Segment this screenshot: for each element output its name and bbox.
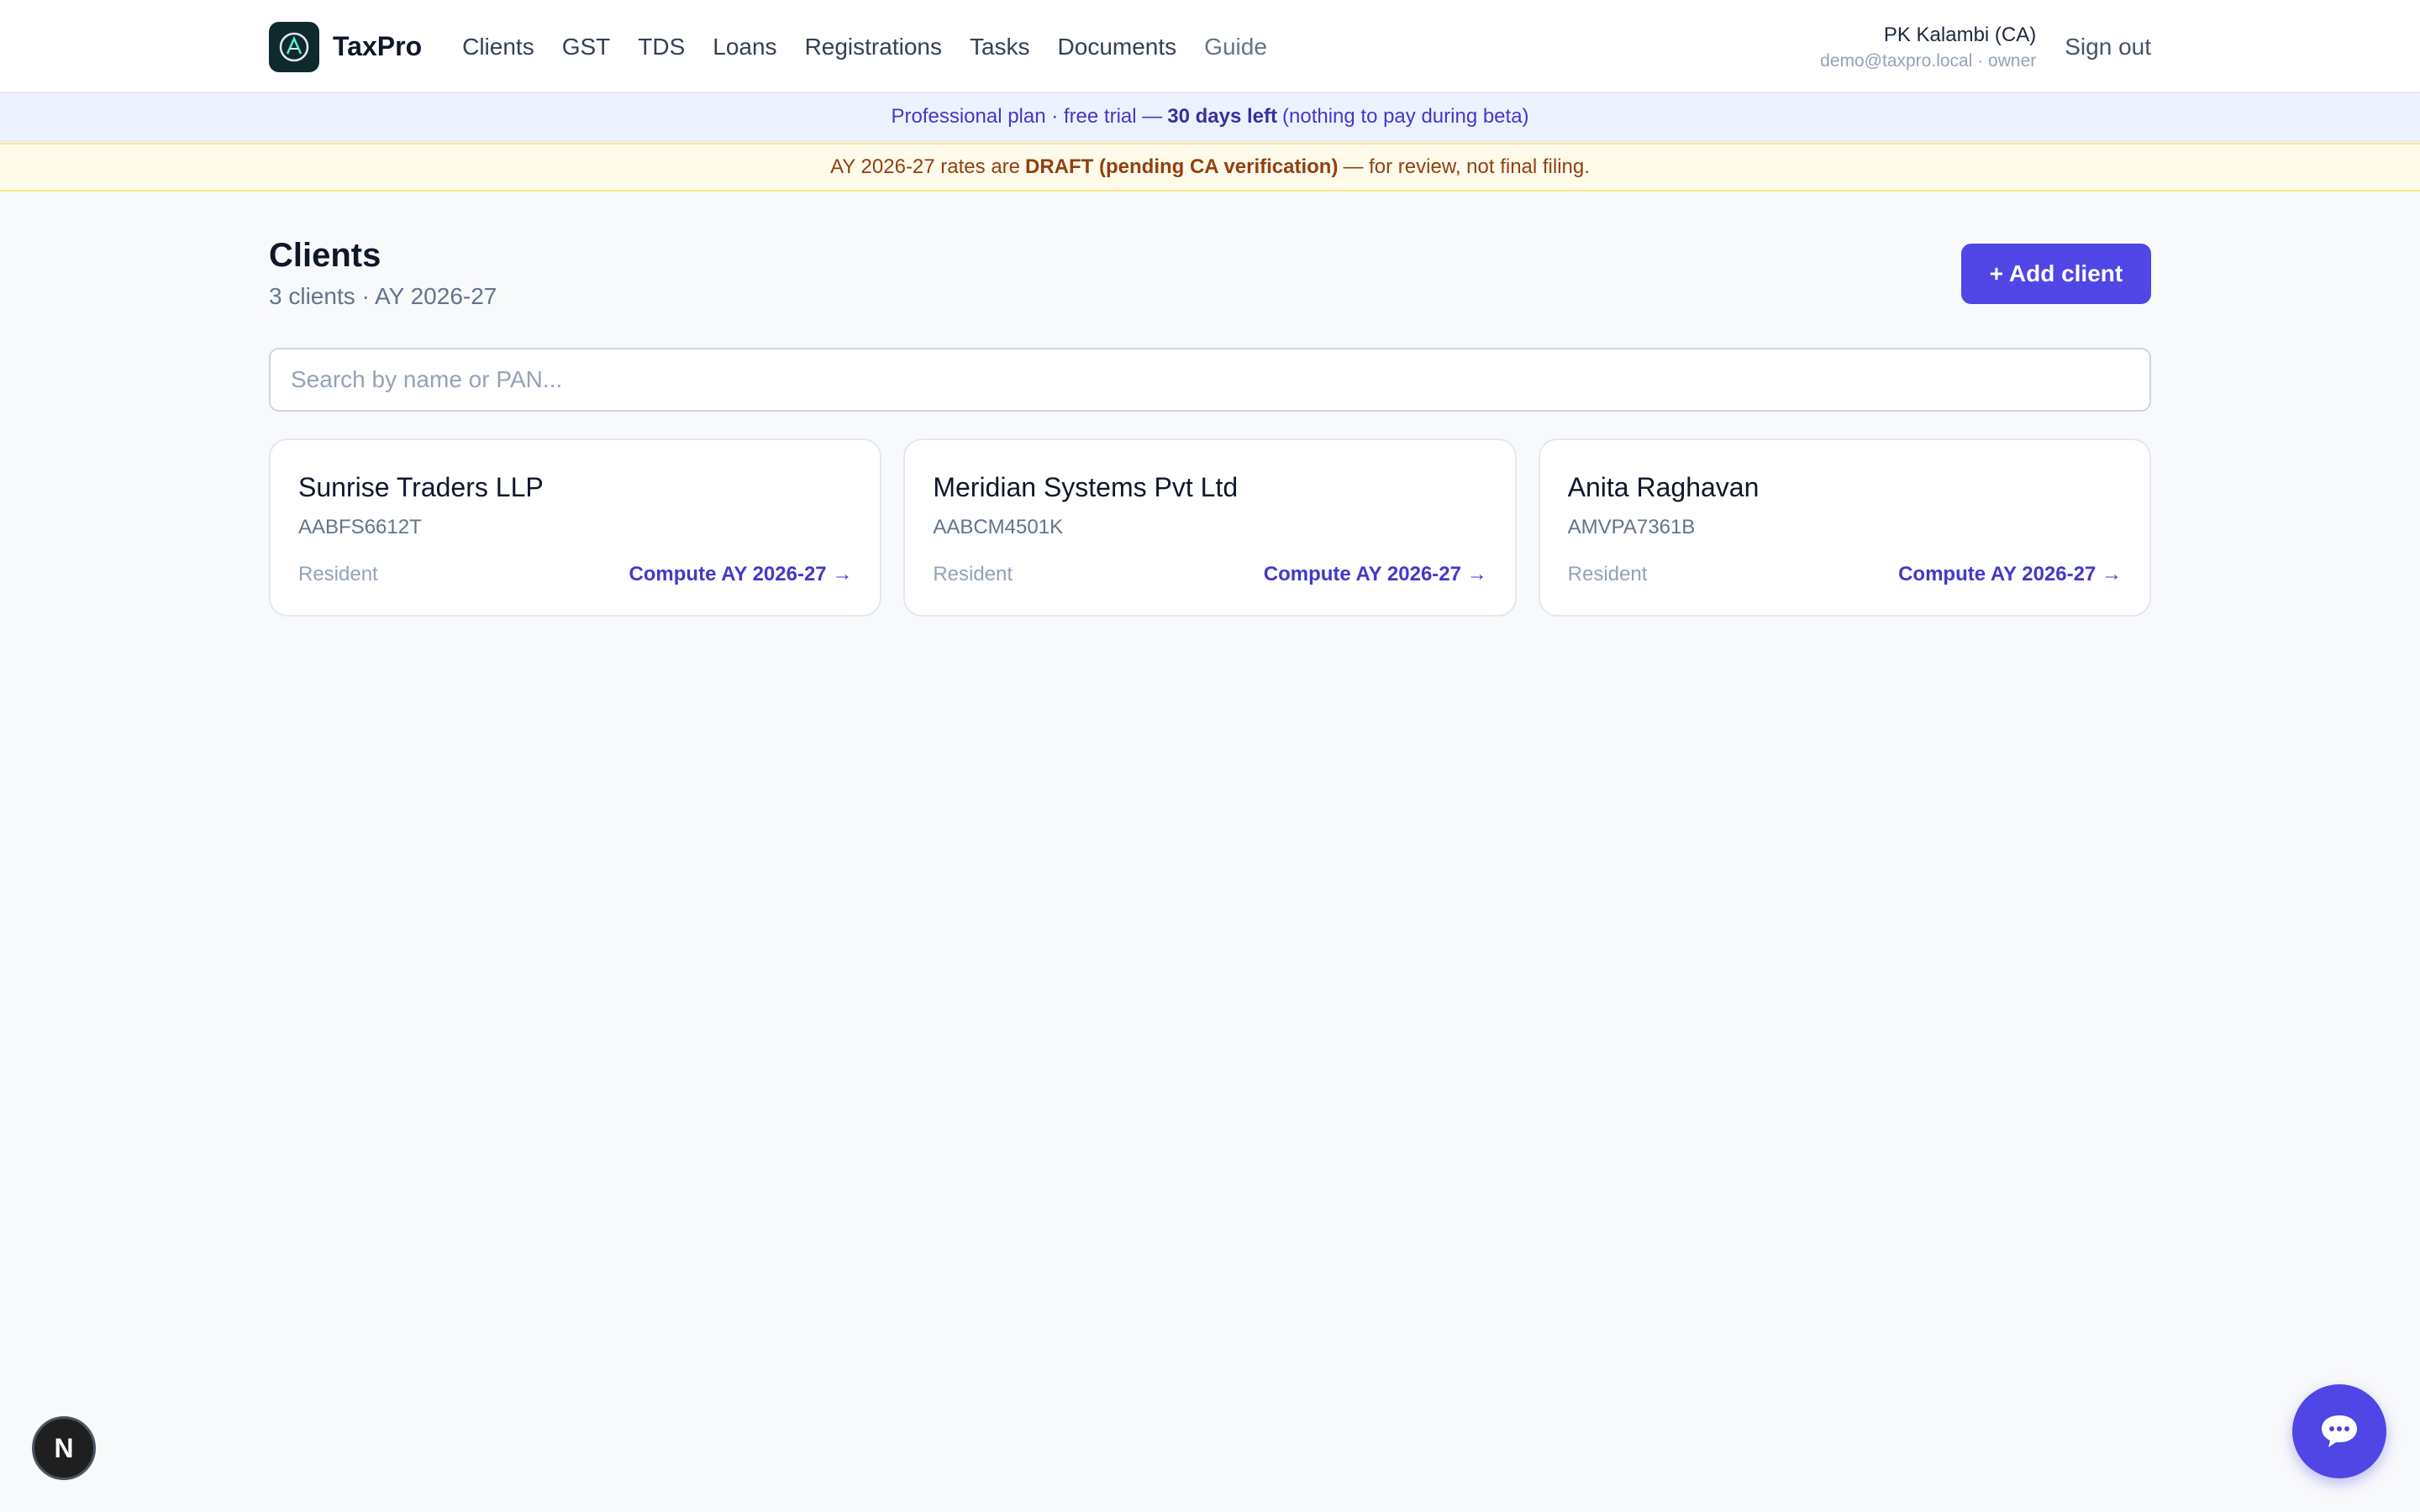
client-pan: AMVPA7361B xyxy=(1567,516,1696,538)
nav-guide[interactable]: Guide xyxy=(1204,34,1267,60)
user-info: PK Kalambi (CA) demo@taxpro.local · owne… xyxy=(1820,21,2036,73)
chat-button[interactable] xyxy=(2292,1384,2386,1478)
client-residency: Resident xyxy=(1567,563,1648,585)
client-residency: Resident xyxy=(933,563,1013,585)
plan-banner: Professional plan · free trial — 30 days… xyxy=(0,93,2420,142)
top-navbar: TaxPro Clients GST TDS Loans Registratio… xyxy=(0,0,2420,93)
add-client-button[interactable]: + Add client xyxy=(1961,244,2151,304)
plan-banner-note: (nothing to pay during beta) xyxy=(1282,105,1529,128)
client-card[interactable]: Anita Raghavan AMVPA7361B Resident Compu… xyxy=(1538,438,2151,617)
dev-tools-badge[interactable]: N xyxy=(32,1416,96,1480)
navbar-inner: TaxPro Clients GST TDS Loans Registratio… xyxy=(269,0,2151,93)
nav-loans[interactable]: Loans xyxy=(713,34,776,60)
draft-banner-text: AY 2026-27 rates are xyxy=(830,155,1021,178)
nav-gst[interactable]: GST xyxy=(562,34,611,60)
nav-tasks[interactable]: Tasks xyxy=(970,34,1030,60)
client-pan: AABCM4501K xyxy=(933,516,1064,538)
client-name: Sunrise Traders LLP xyxy=(298,472,544,502)
client-name: Anita Raghavan xyxy=(1567,472,1760,502)
draft-rates-banner: AY 2026-27 rates are DRAFT (pending CA v… xyxy=(0,143,2420,192)
client-pan: AABFS6612T xyxy=(298,516,422,538)
client-card[interactable]: Sunrise Traders LLP AABFS6612T Resident … xyxy=(269,438,882,617)
page-subtitle: 3 clients · AY 2026-27 xyxy=(269,283,497,309)
compute-link[interactable]: Compute AY 2026-27 → xyxy=(1898,563,2122,586)
nav-clients[interactable]: Clients xyxy=(462,34,534,60)
brand-name[interactable]: TaxPro xyxy=(333,31,422,62)
client-card-list: Sunrise Traders LLP AABFS6612T Resident … xyxy=(269,438,2151,617)
compute-link[interactable]: Compute AY 2026-27 → xyxy=(629,563,852,586)
user-name: PK Kalambi (CA) xyxy=(1883,23,2037,46)
sign-out-link[interactable]: Sign out xyxy=(2065,34,2151,60)
draft-banner-status: DRAFT (pending CA verification) xyxy=(1025,155,1339,178)
nav-documents[interactable]: Documents xyxy=(1058,34,1177,60)
nav-registrations[interactable]: Registrations xyxy=(805,34,942,60)
nav-tds[interactable]: TDS xyxy=(638,34,685,60)
plan-banner-text: Professional plan · free trial — xyxy=(891,105,1163,128)
client-search-input[interactable] xyxy=(269,348,2151,412)
plan-banner-days-left: 30 days left xyxy=(1167,105,1277,128)
client-residency: Resident xyxy=(298,563,378,585)
client-name: Meridian Systems Pvt Ltd xyxy=(933,472,1239,502)
chat-bubble-icon xyxy=(2322,1415,2357,1447)
taxpro-logo-icon[interactable] xyxy=(269,21,319,72)
compute-link[interactable]: Compute AY 2026-27 → xyxy=(1264,563,1487,586)
client-card[interactable]: Meridian Systems Pvt Ltd AABCM4501K Resi… xyxy=(903,438,1517,617)
main-nav: Clients GST TDS Loans Registrations Task… xyxy=(462,34,1295,60)
user-email-role: demo@taxpro.local · owner xyxy=(1820,50,2037,71)
page-title: Clients xyxy=(269,237,381,274)
draft-banner-note: — for review, not final filing. xyxy=(1343,155,1590,178)
